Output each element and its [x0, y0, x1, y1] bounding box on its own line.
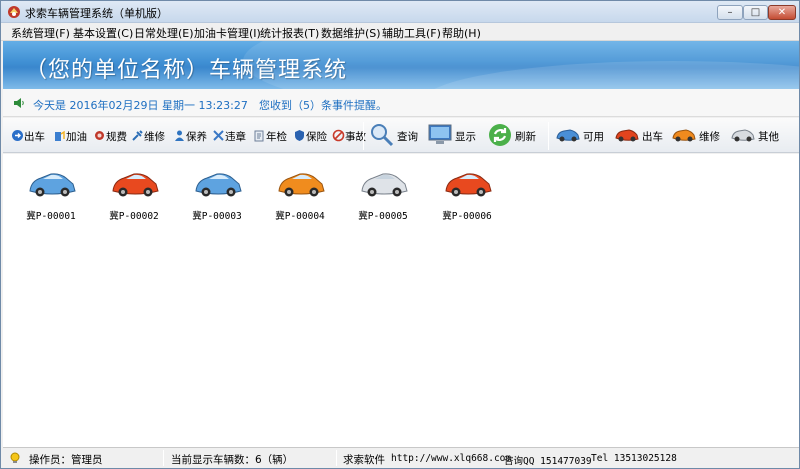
menu-data-maintenance[interactable]: 数据维护(S)	[321, 25, 381, 41]
bulb-icon	[10, 452, 20, 463]
fee-label: 规费	[106, 131, 127, 143]
contact-tel: Tel 13513025128	[591, 453, 677, 464]
event-reminder[interactable]: 您收到（5）条事件提醒。	[259, 97, 387, 113]
vehicle-item[interactable]: 冀P-00002	[104, 160, 164, 222]
window-title: 求索车辆管理系统（单机版）	[25, 7, 168, 20]
menu-system[interactable]: 系统管理(F)	[11, 25, 70, 41]
display-label: 显示	[455, 131, 476, 143]
vehicle-item[interactable]: 冀P-00003	[187, 160, 247, 222]
vehicle-item[interactable]: 冀P-00006	[437, 160, 497, 222]
vehicle-plate: 冀P-00003	[192, 211, 242, 222]
vehicle-plate: 冀P-00001	[26, 211, 76, 222]
monitor-icon	[428, 124, 452, 144]
maximize-button[interactable]: □	[743, 5, 768, 20]
status-bar: 操作员：管理员 当前显示车辆数：6（辆） 求索软件 http://www.xlq…	[3, 447, 799, 468]
car-icon	[361, 173, 408, 197]
toolbar: 出车 加油 规费 维修 保养 违章 年检 保险 事故 查询 显示 刷新 可用 出…	[3, 118, 799, 153]
dispatch-icon	[12, 130, 23, 141]
inspection-label: 年检	[266, 131, 287, 143]
contact-qq: 咨询QQ 151477039	[504, 456, 592, 467]
menu-tools[interactable]: 辅助工具(F)	[382, 25, 441, 41]
car-available-icon	[556, 129, 580, 142]
filter-other-label: 其他	[758, 131, 779, 143]
app-window: 求索车辆管理系统（单机版） – □ ✕ 系统管理(F) 基本设置(C) 日常处理…	[0, 0, 800, 469]
today-datetime: 今天是 2016年02月29日 星期一 13:23:27	[33, 99, 248, 112]
menu-bar: 系统管理(F) 基本设置(C) 日常处理(E) 加油卡管理(I) 统计报表(T)…	[1, 23, 799, 41]
vehicle-plate: 冀P-00004	[275, 211, 325, 222]
banner: （您的单位名称）车辆管理系统	[3, 41, 799, 89]
violation-label: 违章	[225, 131, 246, 143]
menu-daily[interactable]: 日常处理(E)	[134, 25, 194, 41]
car-repair-icon	[672, 129, 696, 142]
title-bar: 求索车辆管理系统（单机版） – □ ✕	[1, 1, 799, 23]
vehicle-plate: 冀P-00005	[358, 211, 408, 222]
fuel-icon	[55, 130, 65, 141]
menu-basic-settings[interactable]: 基本设置(C)	[73, 25, 133, 41]
fuel-label: 加油	[66, 131, 87, 143]
repair-label: 维修	[144, 131, 165, 143]
operator-status: 操作员：管理员	[29, 454, 103, 466]
vehicle-count-status: 当前显示车辆数：6（辆）	[171, 454, 294, 466]
filter-repair-label: 维修	[699, 131, 720, 143]
car-other-icon	[731, 129, 755, 142]
vehicle-item[interactable]: 冀P-00005	[353, 160, 413, 222]
search-label: 查询	[397, 131, 418, 143]
repair-icon	[132, 130, 143, 141]
speaker-icon	[14, 98, 24, 108]
maintain-icon	[175, 130, 184, 141]
filter-out-label: 出车	[642, 131, 663, 143]
menu-fuel-card[interactable]: 加油卡管理(I)	[194, 25, 261, 41]
car-icon	[445, 173, 492, 197]
vehicle-plate: 冀P-00006	[442, 211, 492, 222]
vehicle-grid: 冀P-00001 冀P-00002 冀P-00003 冀P-00004 冀P-0…	[3, 154, 799, 447]
maintain-label: 保养	[186, 131, 207, 143]
fee-icon	[95, 131, 104, 140]
menu-help[interactable]: 帮助(H)	[442, 25, 481, 41]
car-icon	[112, 173, 159, 197]
minimize-button[interactable]: –	[717, 5, 743, 20]
vehicle-item[interactable]: 冀P-00001	[21, 160, 81, 222]
accident-icon	[332, 129, 345, 142]
vehicle-plate: 冀P-00002	[109, 211, 159, 222]
company-url[interactable]: http://www.xlq668.com	[391, 453, 511, 464]
insurance-label: 保险	[306, 131, 327, 143]
close-button[interactable]: ✕	[768, 5, 796, 20]
dispatch-label: 出车	[24, 131, 45, 143]
app-logo-icon	[8, 6, 20, 18]
info-bar: 今天是 2016年02月29日 星期一 13:23:27 您收到（5）条事件提醒…	[3, 89, 799, 117]
refresh-label: 刷新	[515, 131, 536, 143]
filter-available-label: 可用	[583, 131, 604, 143]
inspection-icon	[254, 130, 264, 142]
menu-reports[interactable]: 统计报表(T)	[260, 25, 319, 41]
car-icon	[195, 173, 242, 197]
insurance-icon	[295, 130, 304, 141]
car-icon	[29, 173, 76, 197]
system-title: （您的单位名称）车辆管理系统	[25, 58, 348, 83]
vehicle-item[interactable]: 冀P-00004	[270, 160, 330, 222]
violation-icon	[213, 130, 224, 141]
search-icon	[371, 124, 394, 147]
company-name: 求索软件	[343, 454, 385, 466]
refresh-icon	[489, 124, 511, 146]
car-out-icon	[615, 129, 639, 142]
car-icon	[278, 173, 325, 197]
